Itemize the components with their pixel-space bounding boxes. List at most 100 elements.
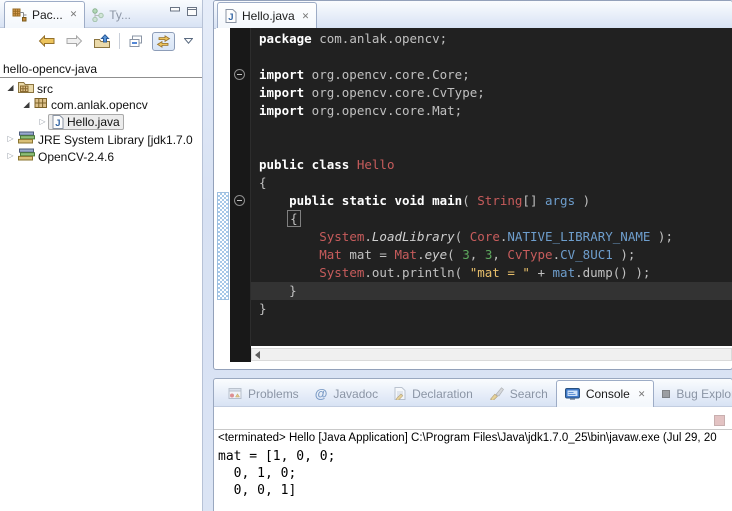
tree-collapsed-icon[interactable]: ▷ <box>37 118 48 126</box>
tab-label: Javadoc <box>333 387 378 401</box>
ruler-corner <box>230 346 251 362</box>
tab-label: Bug Explorer <box>676 387 732 401</box>
editor-area: J Hello.java ✕ package com.anlak.opencv; im… <box>213 0 732 370</box>
library-icon <box>18 148 35 161</box>
bottom-view-tabbar: Problems @Javadoc Declaration Search Console… <box>214 379 732 407</box>
tree-item-label: OpenCV-2.4.6 <box>38 150 114 164</box>
console-process-header: <terminated> Hello [Java Application] C:… <box>214 429 732 445</box>
code-line[interactable]: { <box>259 210 732 228</box>
tree-item-content: com.anlak.opencv <box>32 97 148 112</box>
tree-item-label: Hello.java <box>67 115 120 129</box>
java-file-icon: J <box>52 115 64 129</box>
bug-square-icon <box>662 390 670 398</box>
console-view: Problems @Javadoc Declaration Search Console… <box>213 378 732 511</box>
code-line[interactable] <box>259 48 732 66</box>
console-output[interactable]: mat = [1, 0, 0; 0, 1, 0; 0, 0, 1] <box>218 448 335 499</box>
tab-label: Declaration <box>412 387 473 401</box>
tree-item-label: src <box>37 82 53 96</box>
fold-ruler[interactable] <box>230 28 251 346</box>
code-line[interactable]: public static void main( String[] args ) <box>259 192 732 210</box>
package-icon <box>34 97 48 109</box>
package-explorer-toolbar <box>0 28 202 54</box>
tab-label: Console <box>586 387 630 401</box>
tree-item-label: JRE System Library [jdk1.7.0 <box>38 133 193 147</box>
type-hierarchy-icon <box>92 8 104 22</box>
range-indicator <box>217 192 229 300</box>
tree-expanded-icon[interactable]: ◢ <box>5 84 16 92</box>
tree-expanded-icon[interactable]: ◢ <box>21 101 32 109</box>
view-menu-button[interactable] <box>182 36 195 46</box>
left-view-tabbar: Pac... ✕ Ty... <box>0 0 202 28</box>
package-folder-icon <box>18 80 34 93</box>
tree-collapsed-icon[interactable]: ▷ <box>5 152 16 160</box>
tab-label: Hello.java <box>242 9 295 23</box>
link-editor-button[interactable] <box>152 32 175 51</box>
tree-item-label: com.anlak.opencv <box>51 98 148 112</box>
editor-tabbar: J Hello.java ✕ <box>214 1 732 29</box>
project-tree: hello-opencv-java ◢src◢com.anlak.opencv▷… <box>0 61 202 164</box>
tree-item-jre-system-library-jdk1.7.0[interactable]: ▷ JRE System Library [jdk1.7.0 <box>0 130 202 147</box>
code-line[interactable]: import org.opencv.core.CvType; <box>259 84 732 102</box>
code-editor[interactable]: package com.anlak.opencv; import org.open… <box>251 28 732 346</box>
tree-item-opencv-2.4.6[interactable]: ▷ OpenCV-2.4.6 <box>0 147 202 164</box>
code-line[interactable]: System.LoadLibrary( Core.NATIVE_LIBRARY_… <box>259 228 732 246</box>
svg-text:J: J <box>55 118 60 129</box>
console-line: 0, 1, 0; <box>218 465 335 482</box>
up-folder-icon <box>94 34 110 48</box>
tab-label: Problems <box>248 387 299 401</box>
code-line[interactable] <box>259 120 732 138</box>
tab-javadoc[interactable]: @Javadoc <box>307 381 386 406</box>
tree-item-content: JRE System Library [jdk1.7.0 <box>16 131 193 147</box>
code-line[interactable]: Mat mat = Mat.eye( 3, 3, CvType.CV_8UC1 … <box>259 246 732 264</box>
editor-tab-hello-java[interactable]: J Hello.java ✕ <box>217 2 317 29</box>
code-line[interactable]: } <box>259 300 732 318</box>
console-line: 0, 0, 1] <box>218 482 335 499</box>
tab-label: Pac... <box>32 8 63 22</box>
tree-collapsed-icon[interactable]: ▷ <box>5 135 16 143</box>
code-line[interactable]: { <box>259 174 732 192</box>
code-line-current[interactable]: } <box>251 282 732 300</box>
annotation-ruler[interactable] <box>216 28 230 346</box>
minimize-view-button[interactable] <box>170 7 180 16</box>
tree-item-hello.java[interactable]: ▷ J Hello.java <box>0 113 202 130</box>
code-line[interactable]: public class Hello <box>259 156 732 174</box>
console-icon <box>565 388 580 401</box>
fold-collapse-icon[interactable] <box>234 69 245 80</box>
code-line[interactable]: package com.anlak.opencv; <box>259 30 732 48</box>
collapse-all-button[interactable] <box>127 33 145 50</box>
tree-item-src[interactable]: ◢ src <box>0 79 202 96</box>
tab-bug-explorer[interactable]: Bug Explorer <box>654 381 732 406</box>
view-tab-pac[interactable]: Pac... ✕ <box>4 1 85 28</box>
fold-collapse-icon[interactable] <box>234 195 245 206</box>
scroll-left-button[interactable] <box>255 351 260 359</box>
close-tab-icon[interactable]: ✕ <box>636 389 646 400</box>
code-line[interactable]: import org.opencv.core.Mat; <box>259 102 732 120</box>
tree-item-project[interactable]: hello-opencv-java <box>0 61 202 78</box>
tree-item-content: src <box>16 80 53 96</box>
problems-icon <box>228 387 242 400</box>
up-button[interactable] <box>92 32 112 50</box>
close-tab-icon[interactable]: ✕ <box>300 11 310 22</box>
tab-label: Search <box>510 387 548 401</box>
collapse-all-icon <box>129 35 143 48</box>
tab-declaration[interactable]: Declaration <box>386 381 481 406</box>
code-line[interactable]: System.out.println( "mat = " + mat.dump(… <box>259 264 732 282</box>
terminate-button[interactable] <box>714 415 725 426</box>
forward-button[interactable] <box>64 33 85 49</box>
close-tab-icon[interactable]: ✕ <box>68 9 78 20</box>
tree-item-com.anlak.opencv[interactable]: ◢ com.anlak.opencv <box>0 96 202 113</box>
tab-search[interactable]: Search <box>481 381 556 406</box>
maximize-view-button[interactable] <box>187 7 197 16</box>
tree-item-content: J Hello.java <box>48 114 124 130</box>
back-arrow-icon <box>38 35 55 47</box>
code-line[interactable]: import org.opencv.core.Core; <box>259 66 732 84</box>
horizontal-scrollbar[interactable] <box>251 348 732 361</box>
back-button[interactable] <box>36 33 57 49</box>
tab-console[interactable]: Console ✕ <box>556 380 655 407</box>
code-line[interactable] <box>259 138 732 156</box>
package-explorer-icon <box>12 8 27 22</box>
svg-text:J: J <box>228 12 233 23</box>
package-explorer-view: Pac... ✕ Ty... hello-opencv-java ◢ src ◢ com.… <box>0 0 203 511</box>
view-tab-ty[interactable]: Ty... <box>85 2 138 27</box>
tab-problems[interactable]: Problems <box>220 381 307 406</box>
